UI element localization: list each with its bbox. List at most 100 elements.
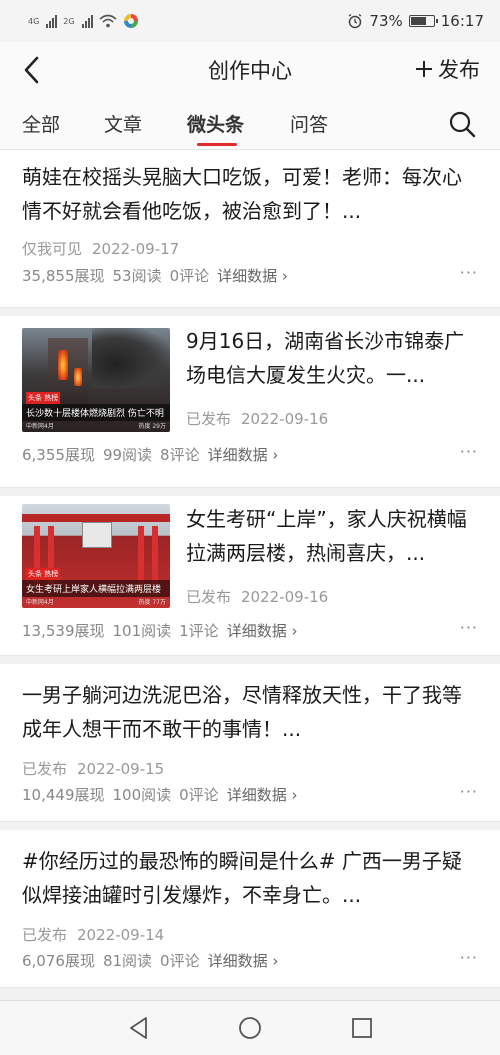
signal-icon — [46, 14, 58, 28]
post-date: 2022-09-16 — [241, 410, 329, 428]
thumbnail-tag: 头条 热榜 — [26, 392, 61, 404]
more-options-button[interactable]: ··· — [460, 263, 478, 282]
publish-status: 已发布 — [22, 926, 68, 944]
plus-icon — [416, 61, 432, 77]
thumbnail-caption: 长沙数十层楼体燃烧剧烈 伤亡不明 — [22, 404, 170, 421]
post-title[interactable]: 一男子躺河边洗泥巴浴，尽情释放天性，干了我等成年人想干而不敢干的事情！... — [22, 678, 478, 746]
more-options-button[interactable]: ··· — [460, 782, 478, 801]
signal1-label: 4G — [28, 16, 40, 26]
post-date: 2022-09-17 — [92, 240, 180, 258]
nav-recents-button[interactable] — [349, 1015, 375, 1041]
nav-home-button[interactable] — [237, 1015, 263, 1041]
reads-count: 100阅读 — [112, 786, 172, 804]
back-arrow-icon — [24, 56, 39, 84]
comments-count: 0评论 — [179, 786, 219, 804]
post-stats: 6,076展现 81阅读 0评论 详细数据 › — [22, 950, 286, 971]
thumbnail-heat: 热度 77万 — [138, 599, 166, 606]
thumbnail-source: 中新网4月 — [26, 423, 54, 430]
post-status: 已发布 2022-09-16 — [186, 586, 328, 607]
post-stats: 13,539展现 101阅读 1评论 详细数据 › — [22, 620, 305, 641]
thumbnail-meta: 中新网4月 热度 29万 — [26, 421, 166, 430]
alarm-icon — [349, 13, 362, 29]
thumbnail-heat: 热度 29万 — [138, 423, 166, 430]
views-count: 10,449展现 — [22, 786, 105, 804]
publish-status: 已发布 — [186, 588, 232, 606]
signal2-label: 2G — [63, 16, 75, 26]
active-tab-indicator — [197, 143, 237, 146]
tab-all[interactable]: 全部 — [22, 110, 60, 137]
post-title[interactable]: 9月16日，湖南省长沙市锦泰广场电信大厦发生火灾。一... — [186, 324, 480, 392]
search-button[interactable] — [448, 110, 476, 138]
tab-qa[interactable]: 问答 — [290, 110, 328, 137]
detail-data-link[interactable]: 详细数据 › — [217, 265, 288, 286]
detail-data-link[interactable]: 详细数据 › — [208, 444, 279, 465]
publish-status: 已发布 — [22, 760, 68, 778]
comments-count: 0评论 — [160, 952, 200, 970]
views-count: 6,076展现 — [22, 952, 95, 970]
app-header: 创作中心 发布 — [0, 42, 500, 98]
tab-micro-headlines[interactable]: 微头条 — [187, 110, 244, 137]
post-card[interactable]: #你经历过的最恐怖的瞬间是什么# 广西一男子疑似焊接油罐时引发爆炸，不幸身亡。.… — [0, 830, 500, 988]
battery-icon — [408, 15, 438, 27]
recents-square-icon — [352, 1018, 372, 1038]
reads-count: 101阅读 — [112, 622, 172, 640]
publish-label: 发布 — [438, 58, 480, 82]
publish-status: 已发布 — [186, 410, 232, 428]
post-date: 2022-09-14 — [77, 926, 165, 944]
more-options-button[interactable]: ··· — [460, 948, 478, 967]
page-title: 创作中心 — [208, 59, 292, 83]
system-nav-bar — [0, 1000, 500, 1055]
post-stats: 6,355展现 99阅读 8评论 详细数据 › — [22, 444, 286, 465]
battery-percent: 73% — [369, 12, 403, 30]
detail-data-link[interactable]: 详细数据 › — [227, 620, 298, 641]
views-count: 13,539展现 — [22, 622, 105, 640]
post-thumbnail[interactable]: 头条 热榜 长沙数十层楼体燃烧剧烈 伤亡不明 中新网4月 热度 29万 — [22, 328, 170, 432]
wifi-icon — [99, 14, 117, 28]
more-options-button[interactable]: ··· — [460, 442, 478, 461]
status-bar: 4G 2G 73% 16:17 — [0, 0, 500, 42]
home-circle-icon — [239, 1017, 261, 1039]
post-stats: 10,449展现 100阅读 0评论 详细数据 › — [22, 784, 305, 805]
post-status: 已发布 2022-09-15 — [22, 758, 164, 779]
comments-count: 1评论 — [179, 622, 219, 640]
clock-time: 16:17 — [440, 12, 484, 30]
post-card[interactable]: 萌娃在校摇头晃脑大口吃饭，可爱！老师：每次心情不好就会看他吃饭，被治愈到了！..… — [0, 150, 500, 308]
post-card[interactable]: 头条 热榜 女生考研上岸家人横幅拉满两层楼 中新网4月 热度 77万 女生考研“… — [0, 496, 500, 656]
comments-count: 0评论 — [169, 267, 210, 285]
thumbnail-caption: 女生考研上岸家人横幅拉满两层楼 — [22, 580, 170, 597]
views-count: 6,355展现 — [22, 446, 95, 464]
post-status: 已发布 2022-09-14 — [22, 924, 164, 945]
thumbnail-tag: 头条 热榜 — [26, 568, 61, 580]
post-stats: 35,855展现 53阅读 0评论 详细数据 › — [22, 265, 296, 286]
search-icon — [449, 111, 476, 138]
reads-count: 81阅读 — [102, 952, 153, 970]
post-feed: 萌娃在校摇头晃脑大口吃饭，可爱！老师：每次心情不好就会看他吃饭，被治愈到了！..… — [0, 150, 500, 990]
post-card[interactable]: 头条 热榜 长沙数十层楼体燃烧剧烈 伤亡不明 中新网4月 热度 29万 9月16… — [0, 316, 500, 488]
reads-count: 53阅读 — [112, 267, 162, 285]
post-thumbnail[interactable]: 头条 热榜 女生考研上岸家人横幅拉满两层楼 中新网4月 热度 77万 — [22, 504, 170, 608]
post-card[interactable]: 一男子躺河边洗泥巴浴，尽情释放天性，干了我等成年人想干而不敢干的事情！... 已… — [0, 664, 500, 822]
tab-articles[interactable]: 文章 — [104, 110, 142, 137]
thumbnail-meta: 中新网4月 热度 77万 — [26, 597, 166, 606]
post-title[interactable]: 萌娃在校摇头晃脑大口吃饭，可爱！老师：每次心情不好就会看他吃饭，被治愈到了！..… — [22, 160, 478, 228]
thumbnail-source: 中新网4月 — [26, 599, 54, 606]
detail-data-link[interactable]: 详细数据 › — [208, 950, 279, 971]
back-triangle-icon — [130, 1017, 147, 1039]
post-date: 2022-09-16 — [241, 588, 329, 606]
detail-data-link[interactable]: 详细数据 › — [227, 784, 298, 805]
post-status: 已发布 2022-09-16 — [186, 408, 328, 429]
post-title[interactable]: #你经历过的最恐怖的瞬间是什么# 广西一男子疑似焊接油罐时引发爆炸，不幸身亡。.… — [22, 844, 478, 912]
app-icon — [123, 14, 138, 28]
nav-back-button[interactable] — [126, 1015, 152, 1041]
more-options-button[interactable]: ··· — [460, 618, 478, 637]
post-title[interactable]: 女生考研“上岸”，家人庆祝横幅拉满两层楼，热闹喜庆，... — [186, 502, 480, 570]
comments-count: 8评论 — [160, 446, 200, 464]
back-button[interactable] — [14, 52, 50, 88]
reads-count: 99阅读 — [102, 446, 153, 464]
signal-icon-2 — [81, 14, 93, 28]
publish-button[interactable]: 发布 — [414, 54, 480, 84]
post-date: 2022-09-15 — [77, 760, 165, 778]
post-status: 仅我可见 2022-09-17 — [22, 238, 179, 259]
views-count: 35,855展现 — [22, 267, 105, 285]
tab-bar: 全部 文章 微头条 问答 — [0, 98, 500, 150]
